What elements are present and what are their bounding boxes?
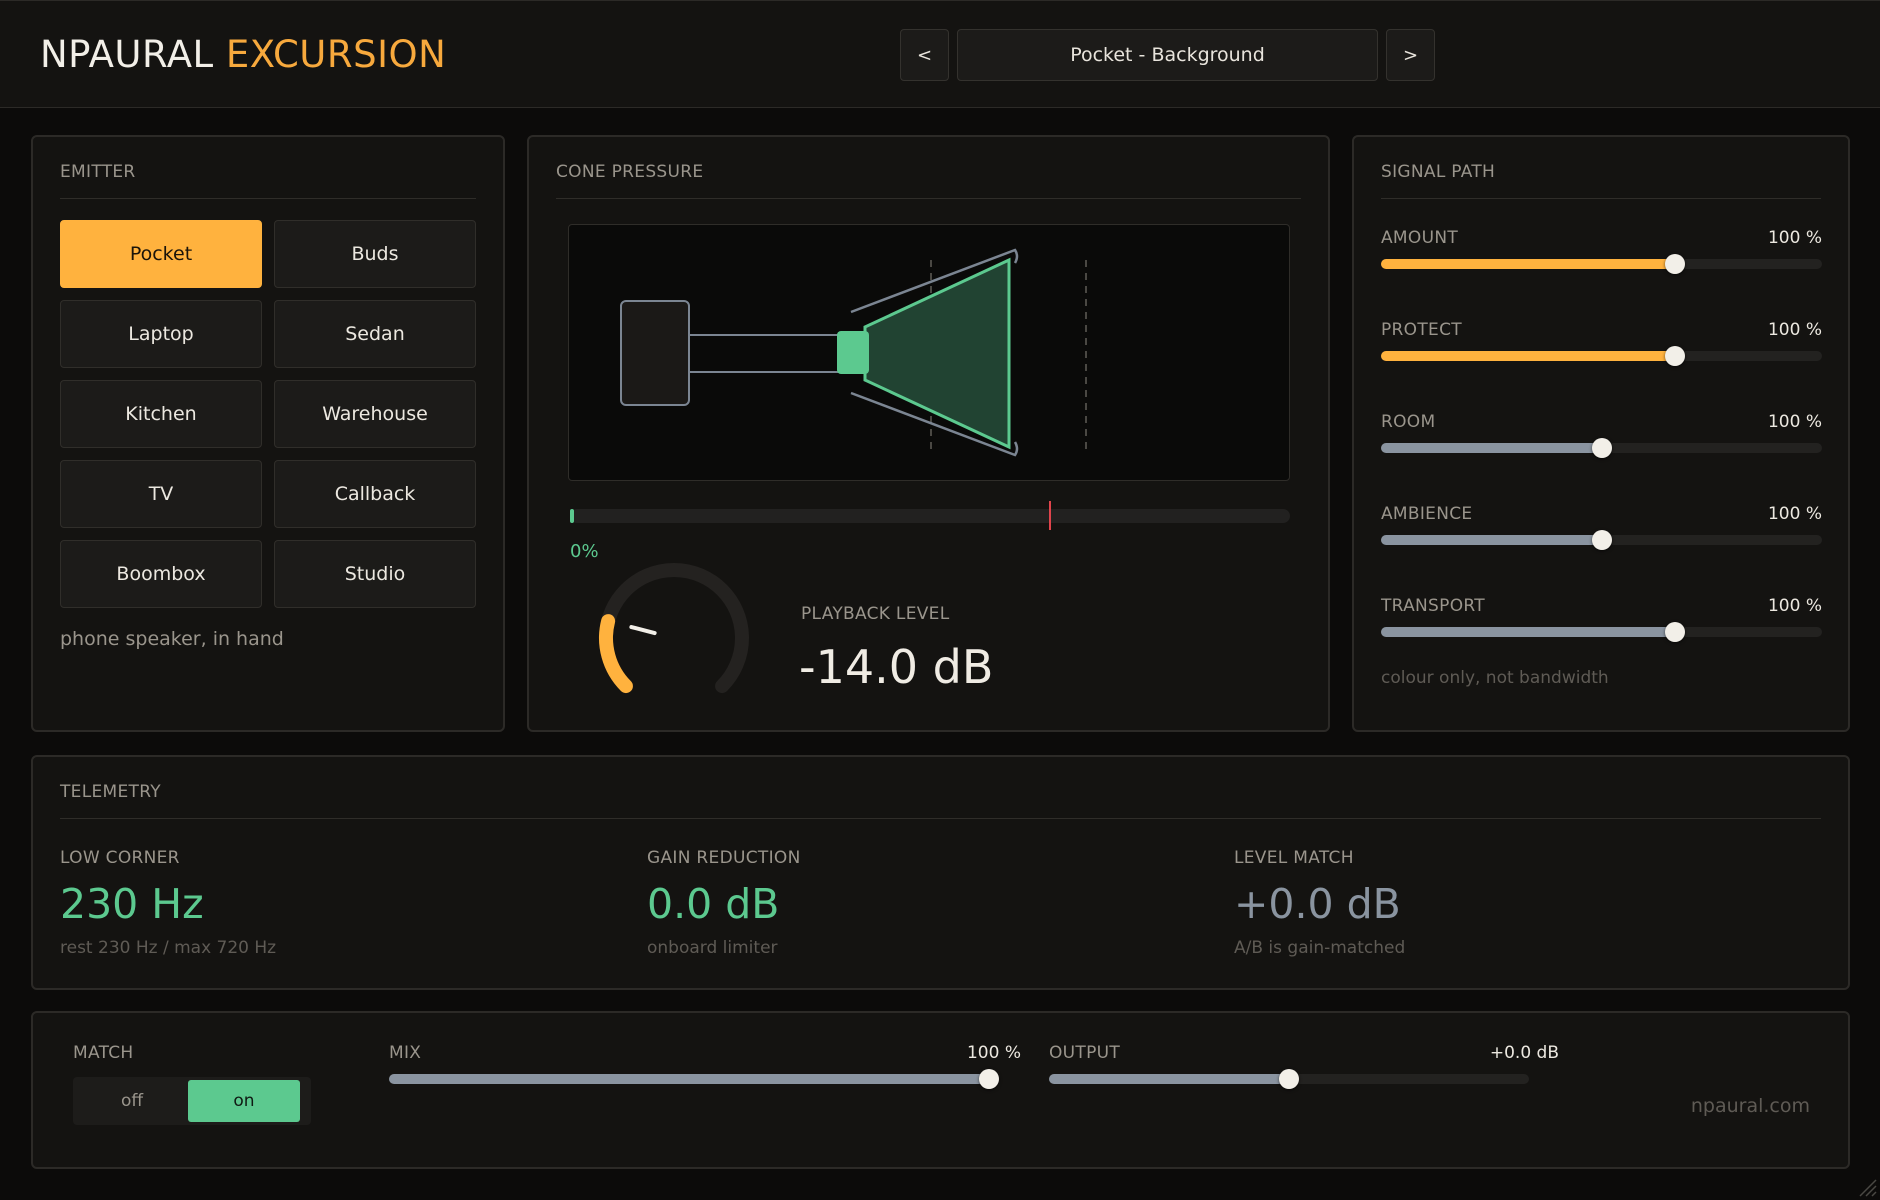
emitter-button-warehouse[interactable]: Warehouse bbox=[274, 380, 476, 448]
level-match-label: LEVEL MATCH bbox=[1234, 848, 1354, 868]
output-thumb[interactable] bbox=[1279, 1069, 1299, 1089]
telemetry-panel: TELEMETRY LOW CORNER 230 Hz rest 230 Hz … bbox=[31, 755, 1850, 990]
low-corner-label: LOW CORNER bbox=[60, 848, 180, 868]
cone-pressure-limit-marker bbox=[1048, 501, 1051, 530]
speaker-magnet bbox=[620, 300, 690, 406]
cone-pressure-meter bbox=[570, 501, 1290, 530]
speaker-voice-coil bbox=[688, 334, 850, 373]
mix-fill bbox=[389, 1074, 989, 1084]
header-bar: NPAURAL EXCURSION < Pocket - Background … bbox=[0, 0, 1880, 108]
room-track[interactable] bbox=[1381, 438, 1822, 458]
emitter-button-kitchen[interactable]: Kitchen bbox=[60, 380, 262, 448]
transport-track[interactable] bbox=[1381, 622, 1822, 642]
speaker-cone-diagram bbox=[620, 248, 1087, 457]
match-label: MATCH bbox=[73, 1043, 134, 1063]
output-slider[interactable] bbox=[1049, 1069, 1529, 1089]
bottom-controls-panel: MATCH off on MIX 100 % OUTPUT +0.0 dB np… bbox=[31, 1011, 1850, 1169]
match-off-option[interactable]: off bbox=[76, 1080, 188, 1122]
product-name: EXCURSION bbox=[225, 33, 447, 76]
level-match-readout: LEVEL MATCH +0.0 dB A/B is gain-matched bbox=[1234, 848, 1405, 958]
ambience-fill bbox=[1381, 535, 1602, 545]
emitter-panel: EMITTER Pocket Buds Laptop Sedan Kitchen… bbox=[31, 135, 505, 732]
match-on-option[interactable]: on bbox=[188, 1080, 300, 1122]
ambience-track[interactable] bbox=[1381, 530, 1822, 550]
ambience-thumb[interactable] bbox=[1591, 530, 1612, 550]
signal-path-note: colour only, not bandwidth bbox=[1381, 668, 1609, 688]
low-corner-readout: LOW CORNER 230 Hz rest 230 Hz / max 720 … bbox=[60, 848, 276, 958]
level-match-detail: A/B is gain-matched bbox=[1234, 938, 1406, 958]
website-link[interactable]: npaural.com bbox=[1691, 1095, 1810, 1117]
telemetry-title: TELEMETRY bbox=[60, 782, 1821, 819]
playback-level-value: -14.0 dB bbox=[799, 640, 994, 694]
emitter-button-grid: Pocket Buds Laptop Sedan Kitchen Warehou… bbox=[60, 220, 476, 608]
transport-thumb[interactable] bbox=[1665, 622, 1686, 642]
emitter-button-studio[interactable]: Studio bbox=[274, 540, 476, 608]
amount-thumb[interactable] bbox=[1665, 254, 1686, 274]
playback-level-label: PLAYBACK LEVEL bbox=[801, 604, 950, 624]
signal-path-panel: SIGNAL PATH AMOUNT 100 % PROTECT 100 % R… bbox=[1352, 135, 1850, 732]
protect-value: 100 % bbox=[1767, 320, 1822, 340]
transport-label: TRANSPORT bbox=[1381, 596, 1485, 616]
emitter-title: EMITTER bbox=[60, 162, 476, 199]
protect-thumb[interactable] bbox=[1665, 346, 1686, 366]
output-label: OUTPUT bbox=[1049, 1043, 1121, 1063]
signal-path-title: SIGNAL PATH bbox=[1381, 162, 1821, 199]
cone-pressure-panel: CONE PRESSURE 0% PLAYBACK LEVEL -14.0 dB bbox=[527, 135, 1330, 732]
resize-grip-icon[interactable] bbox=[1854, 1174, 1878, 1198]
gain-reduction-readout: GAIN REDUCTION 0.0 dB onboard limiter bbox=[647, 848, 801, 958]
amount-fill bbox=[1381, 259, 1676, 269]
transport-value: 100 % bbox=[1767, 596, 1822, 616]
knob-value-arc bbox=[599, 614, 633, 694]
emitter-button-sedan[interactable]: Sedan bbox=[274, 300, 476, 368]
room-thumb[interactable] bbox=[1591, 438, 1612, 458]
mix-slider[interactable] bbox=[389, 1069, 999, 1089]
cone-pressure-title: CONE PRESSURE bbox=[556, 162, 1301, 199]
emitter-button-pocket[interactable]: Pocket bbox=[60, 220, 262, 288]
preset-navigator: < Pocket - Background > bbox=[900, 29, 1435, 81]
next-preset-button[interactable]: > bbox=[1386, 29, 1435, 81]
speaker-cone-visualizer bbox=[568, 224, 1290, 481]
amount-value: 100 % bbox=[1767, 228, 1822, 248]
emitter-button-buds[interactable]: Buds bbox=[274, 220, 476, 288]
emitter-button-callback[interactable]: Callback bbox=[274, 460, 476, 528]
protect-track[interactable] bbox=[1381, 346, 1822, 366]
mix-thumb[interactable] bbox=[979, 1069, 999, 1089]
low-corner-value: 230 Hz bbox=[60, 880, 204, 928]
amount-track[interactable] bbox=[1381, 254, 1822, 274]
protect-label: PROTECT bbox=[1381, 320, 1462, 340]
match-toggle[interactable]: off on bbox=[73, 1077, 311, 1125]
room-value: 100 % bbox=[1767, 412, 1822, 432]
knob-track bbox=[599, 563, 749, 694]
gain-reduction-value: 0.0 dB bbox=[647, 880, 780, 928]
preset-name-display[interactable]: Pocket - Background bbox=[957, 29, 1378, 81]
emitter-button-boombox[interactable]: Boombox bbox=[60, 540, 262, 608]
mix-value: 100 % bbox=[966, 1043, 1021, 1063]
brand-name: NPAURAL bbox=[40, 33, 214, 76]
cone-pressure-meter-fill bbox=[570, 509, 574, 523]
knob-pointer bbox=[629, 625, 657, 636]
speaker-dust-cap bbox=[837, 331, 869, 374]
gain-reduction-label: GAIN REDUCTION bbox=[647, 848, 801, 868]
protect-fill bbox=[1381, 351, 1676, 361]
level-match-value: +0.0 dB bbox=[1234, 880, 1401, 928]
speaker-cone bbox=[863, 257, 1011, 450]
room-fill bbox=[1381, 443, 1602, 453]
mix-label: MIX bbox=[389, 1043, 422, 1063]
prev-preset-button[interactable]: < bbox=[900, 29, 949, 81]
low-corner-detail: rest 230 Hz / max 720 Hz bbox=[60, 938, 277, 958]
output-value: +0.0 dB bbox=[1489, 1043, 1559, 1063]
ambience-label: AMBIENCE bbox=[1381, 504, 1473, 524]
amount-label: AMOUNT bbox=[1381, 228, 1459, 248]
output-fill bbox=[1049, 1074, 1289, 1084]
playback-level-knob[interactable] bbox=[591, 555, 757, 721]
emitter-description: phone speaker, in hand bbox=[60, 628, 284, 650]
room-label: ROOM bbox=[1381, 412, 1436, 432]
emitter-button-tv[interactable]: TV bbox=[60, 460, 262, 528]
transport-fill bbox=[1381, 627, 1676, 637]
emitter-button-laptop[interactable]: Laptop bbox=[60, 300, 262, 368]
gain-reduction-detail: onboard limiter bbox=[647, 938, 778, 958]
ambience-value: 100 % bbox=[1767, 504, 1822, 524]
app-logo: NPAURAL EXCURSION bbox=[40, 33, 446, 76]
